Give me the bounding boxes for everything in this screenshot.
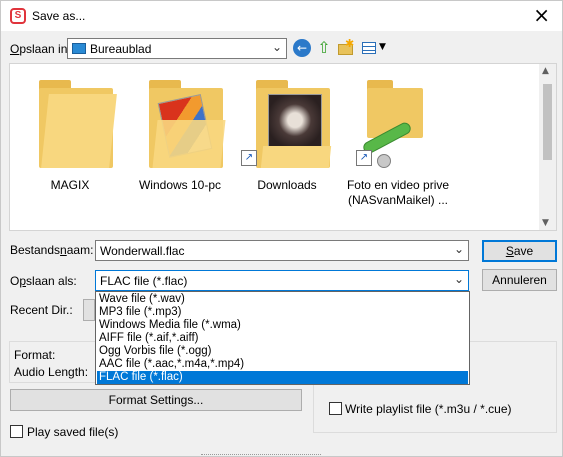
desktop-icon <box>72 43 86 54</box>
close-icon[interactable]: × <box>533 5 550 25</box>
dropdown-option[interactable]: AAC file (*.aac,*.m4a,*.mp4) <box>97 358 468 371</box>
shortcut-arrow-icon: ↗ <box>241 150 257 166</box>
title-bar: S Save as... × <box>1 1 562 31</box>
dropdown-option[interactable]: Ogg Vorbis file (*.ogg) <box>97 345 468 358</box>
cancel-button[interactable]: Annuleren <box>482 269 557 291</box>
dropdown-option[interactable]: AIFF file (*.aif,*.aiff) <box>97 332 468 345</box>
file-list[interactable]: MAGIX Windows 10-pc ↗ Downloads ↗ Foto e… <box>9 63 557 231</box>
view-menu-icon[interactable]: ▼ <box>361 39 389 57</box>
dropdown-option[interactable]: MP3 file (*.mp3) <box>97 306 468 319</box>
play-saved-checkbox[interactable] <box>10 425 23 438</box>
chevron-down-icon: ⌄ <box>271 40 282 54</box>
filename-value: Wonderwall.flac <box>100 244 185 258</box>
back-icon[interactable]: ← <box>293 39 311 57</box>
folder-icon <box>39 80 117 168</box>
window-title: Save as... <box>32 9 86 23</box>
savetype-dropdown-list[interactable]: Wave file (*.wav) MP3 file (*.mp3) Windo… <box>95 291 470 385</box>
lookin-combo[interactable]: Bureaublad ⌄ <box>67 38 287 59</box>
save-as-dialog: S Save as... × Opslaan in: Bureaublad ⌄ … <box>0 0 563 457</box>
file-item-label: Windows 10-pc <box>138 178 222 192</box>
file-item-nas-drive[interactable]: ↗ Foto en video prive (NASvanMaikel) ... <box>343 70 453 210</box>
dropdown-option[interactable]: Wave file (*.wav) <box>97 293 468 306</box>
chevron-down-icon: ⌄ <box>453 272 464 286</box>
savetype-label: Opslaan als: <box>10 274 77 288</box>
resize-edge <box>201 454 321 456</box>
save-button[interactable]: Save <box>482 240 557 262</box>
play-saved-label: Play saved file(s) <box>27 425 119 439</box>
app-logo-icon: S <box>10 8 26 24</box>
scroll-up-icon[interactable]: ▲ <box>542 66 549 76</box>
savetype-select[interactable]: FLAC file (*.flac) ⌄ <box>95 270 469 291</box>
audio-length-label: Audio Length: <box>14 365 89 379</box>
chevron-down-icon[interactable]: ⌄ <box>454 242 464 256</box>
dropdown-option-selected[interactable]: FLAC file (*.flac) <box>97 371 468 384</box>
recent-dir-label: Recent Dir.: <box>10 303 73 317</box>
scroll-thumb[interactable] <box>543 84 552 160</box>
scroll-down-icon[interactable]: ▼ <box>542 218 549 228</box>
file-item-label: Foto en video prive (NASvanMaikel) ... <box>346 178 450 207</box>
write-playlist-label: Write playlist file (*.m3u / *.cue) <box>345 402 512 416</box>
dropdown-option[interactable]: Windows Media file (*.wma) <box>97 319 468 332</box>
folder-shortcut-icon <box>256 80 332 168</box>
folder-with-files-icon <box>149 80 226 168</box>
file-item-downloads[interactable]: ↗ Downloads <box>232 70 342 210</box>
recent-dir-button[interactable] <box>83 299 95 321</box>
vertical-scrollbar[interactable]: ▲ ▼ <box>539 64 556 230</box>
file-item-windows-10-pc[interactable]: Windows 10-pc <box>125 70 235 210</box>
savetype-value: FLAC file (*.flac) <box>100 274 188 288</box>
filename-label: Bestandsnaam: <box>10 243 94 257</box>
format-label: Format: <box>14 348 56 362</box>
lookin-label: Opslaan in: <box>10 42 71 56</box>
up-folder-icon[interactable]: ⇧ <box>315 39 333 57</box>
file-item-magix[interactable]: MAGIX <box>15 70 125 210</box>
lookin-value: Bureaublad <box>90 42 152 56</box>
network-drive-shortcut-icon <box>361 80 423 168</box>
format-settings-button[interactable]: Format Settings... <box>10 389 302 411</box>
file-item-label: MAGIX <box>50 178 90 192</box>
new-folder-icon[interactable]: ✱ <box>337 38 355 57</box>
write-playlist-checkbox[interactable] <box>329 402 342 415</box>
filename-input[interactable]: Wonderwall.flac ⌄ <box>95 240 469 261</box>
file-item-label: Downloads <box>257 178 317 192</box>
shortcut-arrow-icon: ↗ <box>356 150 372 166</box>
